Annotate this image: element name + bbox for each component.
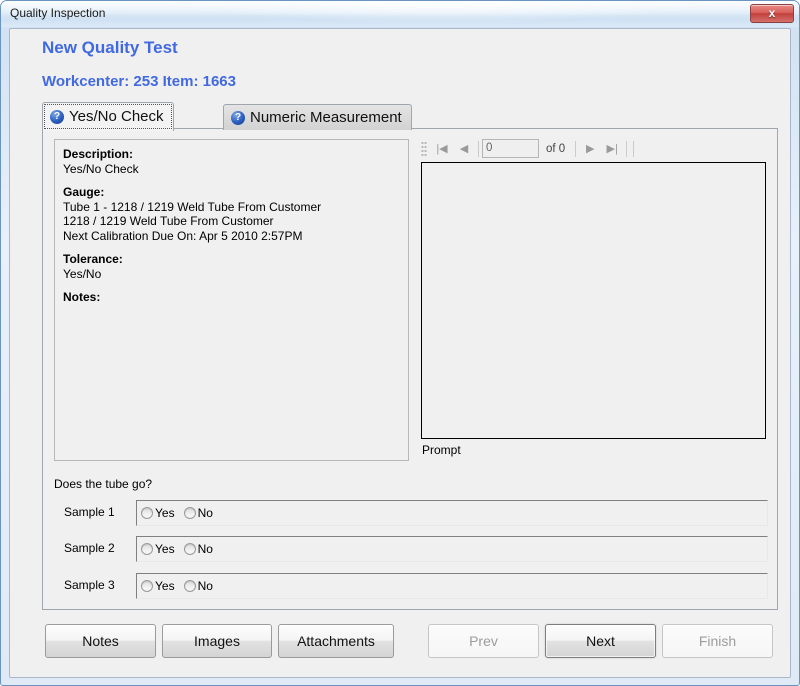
close-button[interactable]: x: [750, 4, 794, 23]
help-icon: ?: [50, 110, 64, 124]
radio-label: No: [197, 579, 213, 593]
sample-2-label: Sample 2: [64, 541, 115, 555]
sample-3-row: Yes No: [136, 573, 768, 599]
radio-label: Yes: [155, 542, 175, 556]
notes-label-text: Notes:: [63, 290, 101, 304]
tab-yes-no-check[interactable]: ? Yes/No Check: [42, 102, 174, 131]
finish-button[interactable]: Finish: [662, 624, 773, 658]
sample-3-yes-radio[interactable]: Yes: [141, 579, 175, 593]
tab-panel-yes-no-check: Description: Yes/No Check Gauge: Tube 1 …: [42, 128, 778, 610]
quality-inspection-window: Quality Inspection x New Quality Test Wo…: [0, 0, 800, 686]
toolbar-separator: [626, 140, 628, 157]
sample-1-label: Sample 1: [64, 505, 115, 519]
radio-icon: [141, 543, 153, 555]
description-value: Yes/No Check: [63, 161, 139, 176]
radio-icon: [183, 543, 196, 555]
gauge-calibration-due: Next Calibration Due On: Apr 5 2010 2:57…: [63, 228, 303, 243]
toolbar-separator: [575, 140, 577, 157]
description-label: Description:: [63, 147, 400, 162]
prompt-label: Prompt: [422, 443, 461, 457]
tolerance-label-text: Tolerance:: [63, 252, 123, 266]
prompt-image-box: [421, 162, 766, 439]
toolbar-separator: [478, 140, 479, 157]
radio-label: Yes: [155, 506, 175, 520]
prev-button[interactable]: Prev: [428, 624, 539, 658]
radio-icon: [183, 507, 196, 519]
window-title: Quality Inspection: [10, 6, 106, 20]
tab-numeric-measurement[interactable]: ? Numeric Measurement: [223, 104, 412, 130]
sample-1-yes-radio[interactable]: Yes: [141, 506, 175, 520]
description-box: Description: Yes/No Check Gauge: Tube 1 …: [54, 139, 409, 461]
record-navigator-toolbar: |◀ ◀ 0 of 0 ▶ ▶|: [421, 136, 766, 161]
radio-label: No: [197, 506, 213, 520]
client-area: New Quality Test Workcenter: 253 Item: 1…: [9, 28, 791, 678]
toolbar-grip-handle[interactable]: [421, 140, 427, 157]
page-number-input[interactable]: 0: [482, 139, 539, 158]
last-record-icon[interactable]: ▶|: [601, 139, 623, 159]
sample-1-row: Yes No: [136, 500, 768, 526]
gauge-label-text: Gauge:: [63, 185, 105, 199]
radio-icon: [141, 507, 153, 519]
notes-label: Notes:: [63, 290, 400, 305]
toolbar-separator: [633, 140, 635, 157]
sample-3-no-radio[interactable]: No: [183, 579, 213, 593]
tab-strip: ? Numeric Measurement ? Yes/No Check: [42, 102, 778, 131]
gauge-line-2: 1218 / 1219 Weld Tube From Customer: [63, 214, 274, 228]
images-button[interactable]: Images: [162, 624, 272, 658]
sample-3-label: Sample 3: [64, 578, 115, 592]
attachments-button[interactable]: Attachments: [278, 624, 394, 658]
title-bar: Quality Inspection x: [1, 1, 799, 27]
tab-label: Numeric Measurement: [250, 109, 402, 126]
help-icon: ?: [231, 110, 245, 125]
tab-label: Yes/No Check: [69, 108, 164, 125]
gauge-label: Gauge:: [63, 185, 400, 200]
sample-1-no-radio[interactable]: No: [183, 506, 213, 520]
description-label-text: Description:: [63, 147, 134, 161]
workcenter-item-subtitle: Workcenter: 253 Item: 1663: [42, 73, 236, 90]
first-record-icon[interactable]: |◀: [431, 139, 453, 159]
tolerance-value: Yes/No: [63, 266, 102, 281]
radio-icon: [141, 580, 153, 592]
next-record-icon[interactable]: ▶: [579, 139, 601, 159]
previous-record-icon[interactable]: ◀: [453, 139, 475, 159]
page-title: New Quality Test: [42, 38, 178, 57]
notes-button[interactable]: Notes: [45, 624, 156, 658]
radio-label: No: [197, 542, 213, 556]
sample-2-row: Yes No: [136, 536, 768, 562]
radio-label: Yes: [155, 579, 175, 593]
gauge-line-1: Tube 1 - 1218 / 1219 Weld Tube From Cust…: [63, 199, 322, 214]
title-bar-sheen: [1, 1, 799, 15]
page-count-label: of 0: [546, 142, 566, 155]
tolerance-label: Tolerance:: [63, 252, 400, 267]
radio-icon: [183, 580, 196, 592]
sample-2-no-radio[interactable]: No: [183, 542, 213, 556]
sample-2-yes-radio[interactable]: Yes: [141, 542, 175, 556]
next-button[interactable]: Next: [545, 624, 656, 658]
question-text: Does the tube go?: [54, 477, 153, 491]
